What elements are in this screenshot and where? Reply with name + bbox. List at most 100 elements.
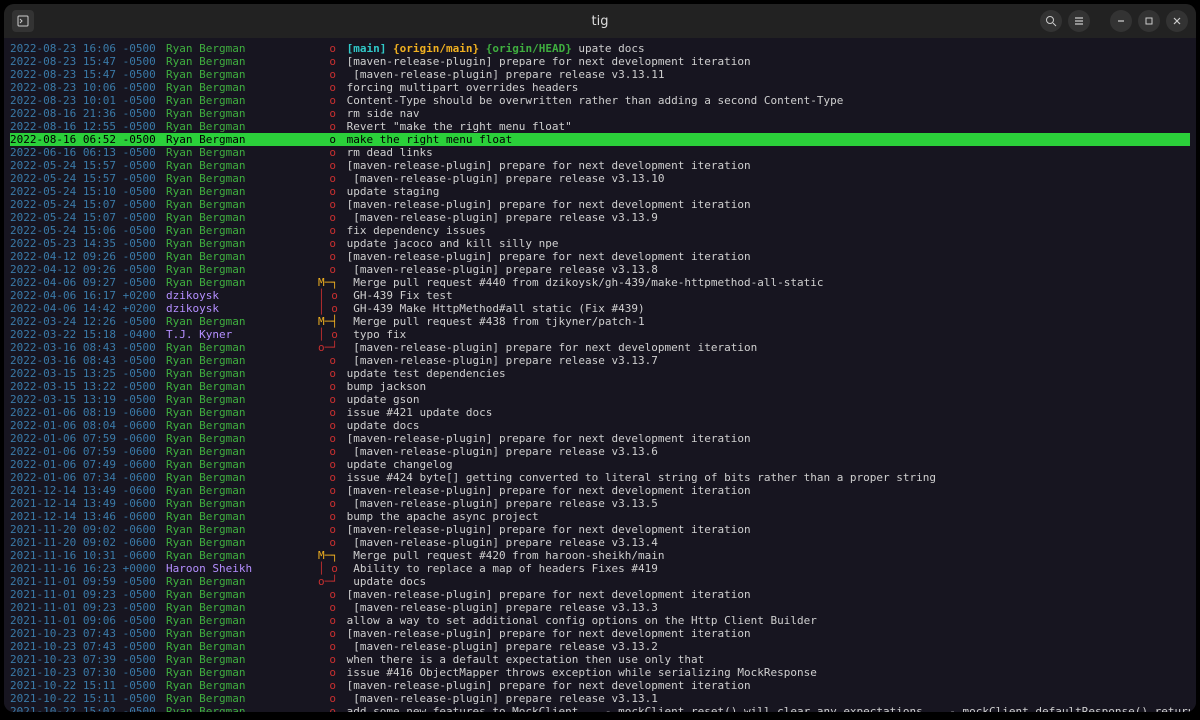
commit-row[interactable]: 2022-03-24 12:26 -0500Ryan BergmanM─┤ Me… <box>10 315 1190 328</box>
commit-date: 2022-06-16 06:13 -0500 <box>10 146 166 159</box>
search-button[interactable] <box>1040 10 1062 32</box>
commit-row[interactable]: 2022-01-06 07:34 -0600Ryan Bergmano issu… <box>10 471 1190 484</box>
commit-row[interactable]: 2022-05-24 15:06 -0500Ryan Bergmano fix … <box>10 224 1190 237</box>
commit-graph: o <box>318 367 340 380</box>
commit-row[interactable]: 2021-10-22 15:02 -0500Ryan Bergmano add … <box>10 705 1190 712</box>
commit-graph: o <box>318 237 340 250</box>
commit-row[interactable]: 2022-01-06 07:49 -0600Ryan Bergmano upda… <box>10 458 1190 471</box>
commit-message: issue #416 ObjectMapper throws exception… <box>340 666 1190 679</box>
commit-message: rm dead links <box>340 146 1190 159</box>
commit-graph: o <box>318 224 340 237</box>
commit-message: update jacoco and kill silly npe <box>340 237 1190 250</box>
commit-row[interactable]: 2021-11-20 09:02 -0600Ryan Bergmano [mav… <box>10 536 1190 549</box>
commit-row[interactable]: 2022-06-16 06:13 -0500Ryan Bergmano rm d… <box>10 146 1190 159</box>
minimize-button[interactable] <box>1110 10 1132 32</box>
commit-row[interactable]: 2022-04-06 14:42 +0200dzikoysk│ o GH-439… <box>10 302 1190 315</box>
commit-row[interactable]: 2022-01-06 08:04 -0600Ryan Bergmano upda… <box>10 419 1190 432</box>
commit-graph: o <box>318 198 340 211</box>
commit-author: T.J. Kyner <box>166 328 318 341</box>
commit-graph: o <box>318 458 340 471</box>
commit-row[interactable]: 2022-05-24 15:57 -0500Ryan Bergmano [mav… <box>10 172 1190 185</box>
commit-row[interactable]: 2022-04-06 09:27 -0500Ryan BergmanM─┐ Me… <box>10 276 1190 289</box>
commit-date: 2021-11-01 09:06 -0500 <box>10 614 166 627</box>
commit-row[interactable]: 2022-08-23 16:06 -0500Ryan Bergmano [mai… <box>10 42 1190 55</box>
commit-author: Ryan Bergman <box>166 185 318 198</box>
commit-row[interactable]: 2021-11-01 09:23 -0500Ryan Bergmano [mav… <box>10 588 1190 601</box>
commit-date: 2022-01-06 07:49 -0600 <box>10 458 166 471</box>
commit-row[interactable]: 2022-05-24 15:10 -0500Ryan Bergmano upda… <box>10 185 1190 198</box>
commit-row[interactable]: 2022-08-16 06:52 -0500Ryan Bergmano make… <box>10 133 1190 146</box>
commit-graph: o <box>318 419 340 432</box>
close-button[interactable] <box>1166 10 1188 32</box>
commit-row[interactable]: 2022-08-23 15:47 -0500Ryan Bergmano [mav… <box>10 68 1190 81</box>
commit-row[interactable]: 2021-10-22 15:11 -0500Ryan Bergmano [mav… <box>10 679 1190 692</box>
commit-row[interactable]: 2021-12-14 13:49 -0600Ryan Bergmano [mav… <box>10 484 1190 497</box>
commit-row[interactable]: 2021-11-20 09:02 -0600Ryan Bergmano [mav… <box>10 523 1190 536</box>
menu-button[interactable] <box>1068 10 1090 32</box>
commit-row[interactable]: 2022-01-06 08:19 -0600Ryan Bergmano issu… <box>10 406 1190 419</box>
commit-row[interactable]: 2022-03-15 13:22 -0500Ryan Bergmano bump… <box>10 380 1190 393</box>
commit-date: 2021-12-14 13:49 -0600 <box>10 484 166 497</box>
commit-row[interactable]: 2021-12-14 13:49 -0600Ryan Bergmano [mav… <box>10 497 1190 510</box>
terminal-viewport[interactable]: 2022-08-23 16:06 -0500Ryan Bergmano [mai… <box>4 38 1196 712</box>
commit-row[interactable]: 2022-05-24 15:07 -0500Ryan Bergmano [mav… <box>10 198 1190 211</box>
commit-row[interactable]: 2021-10-23 07:30 -0500Ryan Bergmano issu… <box>10 666 1190 679</box>
commit-row[interactable]: 2022-03-15 13:19 -0500Ryan Bergmano upda… <box>10 393 1190 406</box>
commit-message: make the right menu float <box>340 133 1190 146</box>
commit-message: allow a way to set additional config opt… <box>340 614 1190 627</box>
commit-row[interactable]: 2022-05-24 15:07 -0500Ryan Bergmano [mav… <box>10 211 1190 224</box>
commit-row[interactable]: 2022-03-16 08:43 -0500Ryan Bergmano [mav… <box>10 354 1190 367</box>
commit-author: Ryan Bergman <box>166 588 318 601</box>
commit-row[interactable]: 2021-10-23 07:43 -0500Ryan Bergmano [mav… <box>10 640 1190 653</box>
commit-row[interactable]: 2022-01-06 07:59 -0600Ryan Bergmano [mav… <box>10 432 1190 445</box>
commit-row[interactable]: 2022-04-12 09:26 -0500Ryan Bergmano [mav… <box>10 250 1190 263</box>
commit-date: 2021-10-23 07:43 -0500 <box>10 627 166 640</box>
commit-graph: o <box>318 536 340 549</box>
commit-graph: o <box>318 159 340 172</box>
commit-date: 2022-01-06 07:34 -0600 <box>10 471 166 484</box>
commit-row[interactable]: 2021-12-14 13:46 -0600Ryan Bergmano bump… <box>10 510 1190 523</box>
commit-graph: o <box>318 406 340 419</box>
commit-date: 2022-03-16 08:43 -0500 <box>10 341 166 354</box>
commit-author: Ryan Bergman <box>166 380 318 393</box>
new-tab-button[interactable] <box>12 10 34 32</box>
commit-row[interactable]: 2022-03-16 08:43 -0500Ryan Bergmano─┘ [m… <box>10 341 1190 354</box>
commit-row[interactable]: 2021-10-23 07:43 -0500Ryan Bergmano [mav… <box>10 627 1190 640</box>
commit-message: Merge pull request #420 from haroon-shei… <box>340 549 1190 562</box>
commit-row[interactable]: 2021-11-01 09:06 -0500Ryan Bergmano allo… <box>10 614 1190 627</box>
commit-author: Ryan Bergman <box>166 432 318 445</box>
commit-graph: o <box>318 653 340 666</box>
commit-graph: M─┐ <box>318 549 340 562</box>
commit-author: Ryan Bergman <box>166 653 318 666</box>
commit-date: 2021-11-01 09:23 -0500 <box>10 588 166 601</box>
commit-date: 2022-03-24 12:26 -0500 <box>10 315 166 328</box>
commit-row[interactable]: 2021-11-01 09:23 -0500Ryan Bergmano [mav… <box>10 601 1190 614</box>
commit-date: 2021-11-01 09:59 -0500 <box>10 575 166 588</box>
commit-row[interactable]: 2021-10-22 15:11 -0500Ryan Bergmano [mav… <box>10 692 1190 705</box>
commit-row[interactable]: 2022-04-06 16:17 +0200dzikoysk│ o GH-439… <box>10 289 1190 302</box>
commit-graph: o <box>318 588 340 601</box>
commit-row[interactable]: 2022-08-23 10:06 -0500Ryan Bergmano forc… <box>10 81 1190 94</box>
commit-author: Ryan Bergman <box>166 679 318 692</box>
maximize-button[interactable] <box>1138 10 1160 32</box>
commit-row[interactable]: 2022-03-15 13:25 -0500Ryan Bergmano upda… <box>10 367 1190 380</box>
commit-row[interactable]: 2022-05-24 15:57 -0500Ryan Bergmano [mav… <box>10 159 1190 172</box>
commit-date: 2022-05-23 14:35 -0500 <box>10 237 166 250</box>
commit-row[interactable]: 2022-08-16 21:36 -0500Ryan Bergmano rm s… <box>10 107 1190 120</box>
commit-author: Ryan Bergman <box>166 237 318 250</box>
commit-row[interactable]: 2021-11-01 09:59 -0500Ryan Bergmano─┘ up… <box>10 575 1190 588</box>
commit-row[interactable]: 2021-10-23 07:39 -0500Ryan Bergmano when… <box>10 653 1190 666</box>
commit-row[interactable]: 2022-08-23 10:01 -0500Ryan Bergmano Cont… <box>10 94 1190 107</box>
commit-date: 2021-11-16 16:23 +0000 <box>10 562 166 575</box>
commit-graph: o <box>318 42 340 55</box>
commit-row[interactable]: 2022-04-12 09:26 -0500Ryan Bergmano [mav… <box>10 263 1190 276</box>
commit-row[interactable]: 2022-03-22 15:18 -0400T.J. Kyner│ o typo… <box>10 328 1190 341</box>
commit-row[interactable]: 2022-01-06 07:59 -0600Ryan Bergmano [mav… <box>10 445 1190 458</box>
commit-row[interactable]: 2021-11-16 16:23 +0000Haroon Sheikh│ o A… <box>10 562 1190 575</box>
commit-row[interactable]: 2022-08-16 12:55 -0500Ryan Bergmano Reve… <box>10 120 1190 133</box>
commit-row[interactable]: 2022-08-23 15:47 -0500Ryan Bergmano [mav… <box>10 55 1190 68</box>
commit-row[interactable]: 2021-11-16 10:31 -0600Ryan BergmanM─┐ Me… <box>10 549 1190 562</box>
commit-row[interactable]: 2022-05-23 14:35 -0500Ryan Bergmano upda… <box>10 237 1190 250</box>
commit-author: Ryan Bergman <box>166 224 318 237</box>
commit-date: 2022-08-16 12:55 -0500 <box>10 120 166 133</box>
